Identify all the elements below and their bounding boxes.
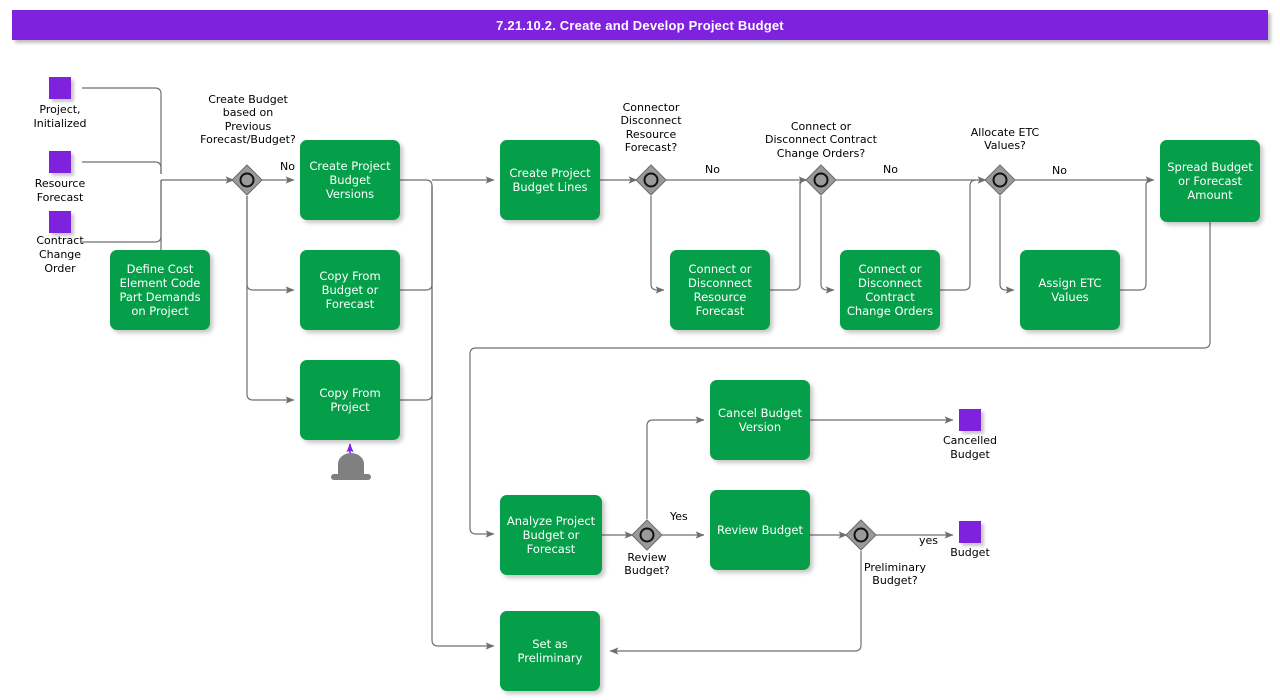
gateway-preliminary-budget[interactable]	[844, 518, 878, 552]
gateway-connector-disconnect-resource-forecast-label: Connector Disconnect Resource Forecast?	[620, 101, 682, 155]
task-create-project-budget-versions[interactable]: Create Project Budget Versions	[300, 140, 400, 220]
task-connect-or-disconnect-contract-change-orders[interactable]: Connect or Disconnect Contract Change Or…	[840, 250, 940, 330]
task-review-budget[interactable]: Review Budget	[710, 490, 810, 570]
flow-label-yes-2: yes	[919, 534, 939, 547]
gateway-connector-disconnect-resource-forecast[interactable]	[634, 163, 668, 197]
flow-label-no-3: No	[883, 163, 898, 176]
page-title: 7.21.10.2. Create and Develop Project Bu…	[12, 10, 1268, 40]
gateway-create-budget-based-on-previous-label: Create Budget based on Previous Forecast…	[200, 93, 296, 147]
end-event-budget-label: Budget	[950, 546, 990, 559]
start-event-project-initialized[interactable]	[49, 77, 71, 99]
task-copy-from-project[interactable]: Copy From Project	[300, 360, 400, 440]
gateway-connect-or-disconnect-contract-change-orders-label: Connect or Disconnect Contract Change Or…	[765, 120, 877, 160]
task-create-project-budget-lines[interactable]: Create Project Budget Lines	[500, 140, 600, 220]
task-assign-etc-values[interactable]: Assign ETC Values	[1020, 250, 1120, 330]
flow-label-no-1: No	[280, 160, 295, 173]
task-copy-from-budget-or-forecast[interactable]: Copy From Budget or Forecast	[300, 250, 400, 330]
start-event-contract-change-order-label: Contract Change Order	[36, 234, 84, 275]
data-store-icon	[328, 450, 374, 486]
diagram-canvas: 7.21.10.2. Create and Develop Project Bu…	[0, 0, 1280, 700]
start-event-resource-forecast-label: Resource Forecast	[34, 177, 86, 204]
gateway-review-budget[interactable]	[630, 518, 664, 552]
end-event-cancelled-budget-label: Cancelled Budget	[942, 434, 998, 461]
flow-label-yes-1: Yes	[670, 510, 688, 523]
gateway-allocate-etc-values[interactable]	[983, 163, 1017, 197]
task-define-cost-element-code-part-demands-on-project[interactable]: Define Cost Element Code Part Demands on…	[110, 250, 210, 330]
gateway-allocate-etc-values-label: Allocate ETC Values?	[970, 126, 1040, 153]
task-analyze-project-budget-or-forecast[interactable]: Analyze Project Budget or Forecast	[500, 495, 602, 575]
task-connect-or-disconnect-resource-forecast[interactable]: Connect or Disconnect Resource Forecast	[670, 250, 770, 330]
gateway-review-budget-label: Review Budget?	[624, 551, 670, 578]
gateway-preliminary-budget-label: Preliminary Budget?	[863, 561, 927, 588]
start-event-resource-forecast[interactable]	[49, 151, 71, 173]
task-set-as-preliminary[interactable]: Set as Preliminary	[500, 611, 600, 691]
start-event-contract-change-order[interactable]	[49, 211, 71, 233]
gateway-create-budget-based-on-previous[interactable]	[230, 163, 264, 197]
task-cancel-budget-version[interactable]: Cancel Budget Version	[710, 380, 810, 460]
end-event-cancelled-budget[interactable]	[959, 409, 981, 431]
start-event-project-initialized-label: Project, Initialized	[33, 103, 87, 130]
gateway-connect-or-disconnect-contract-change-orders[interactable]	[804, 163, 838, 197]
end-event-budget[interactable]	[959, 521, 981, 543]
task-spread-budget-or-forecast-amount[interactable]: Spread Budget or Forecast Amount	[1160, 140, 1260, 222]
flow-label-no-2: No	[705, 163, 720, 176]
flow-label-no-4: No	[1052, 164, 1067, 177]
